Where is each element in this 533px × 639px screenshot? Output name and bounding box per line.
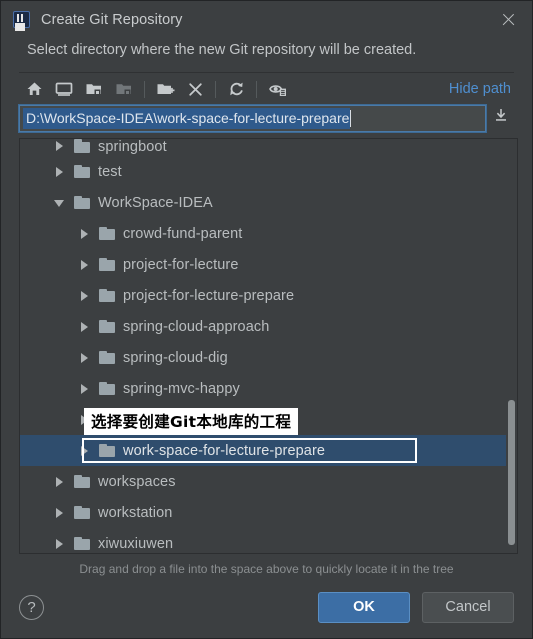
help-button[interactable]: ? — [19, 594, 44, 620]
tree-row-label: spring-cloud-approach — [123, 318, 270, 335]
folder-icon — [74, 536, 91, 551]
chevron-right-icon[interactable] — [78, 227, 91, 240]
tree-row[interactable]: crowd-fund-parent — [20, 218, 506, 249]
chevron-right-icon[interactable] — [53, 165, 66, 178]
tree-row[interactable]: springboot — [20, 139, 506, 156]
tree-row-label: WorkSpace-IDEA — [98, 194, 213, 211]
folder-icon — [99, 319, 116, 334]
toolbar-container: Hide path — [1, 72, 532, 104]
tree-row[interactable]: spring-cloud-dig — [20, 342, 506, 373]
tree-row[interactable]: project-for-lecture-prepare — [20, 280, 506, 311]
toolbar-separator — [256, 80, 257, 98]
scrollbar-thumb[interactable] — [508, 400, 515, 545]
home-icon[interactable] — [19, 76, 49, 102]
toolbar-separator — [144, 80, 145, 98]
tree-row[interactable]: spring-mvc-happy — [20, 373, 506, 404]
tree-row[interactable]: workspaces — [20, 466, 506, 497]
tree-row-label: project-for-lecture-prepare — [123, 287, 295, 304]
tree-row-label: workspaces — [98, 473, 176, 490]
create-git-repository-dialog: Create Git Repository Select directory w… — [0, 0, 533, 639]
folder-icon — [99, 288, 116, 303]
chevron-right-icon[interactable] — [78, 382, 91, 395]
path-input[interactable]: D:\WorkSpace-IDEA\work-space-for-lecture… — [18, 104, 487, 133]
path-row: D:\WorkSpace-IDEA\work-space-for-lecture… — [1, 104, 532, 133]
tree-row-label: xiwuxiuwen — [98, 535, 174, 552]
tree-row-selected[interactable]: work-space-for-lecture-prepare — [20, 435, 506, 466]
path-input-value: D:\WorkSpace-IDEA\work-space-for-lecture… — [23, 108, 351, 129]
chevron-right-icon[interactable] — [53, 506, 66, 519]
dialog-subtitle: Select directory where the new Git repos… — [27, 42, 417, 58]
folder-icon — [74, 505, 91, 520]
tree-row[interactable]: project-for-lecture — [20, 249, 506, 280]
chevron-right-icon[interactable] — [78, 444, 91, 457]
directory-tree[interactable]: springboot test WorkSpace-IDEA crowd-fund-p… — [20, 139, 506, 553]
show-hidden-files-icon[interactable] — [262, 76, 292, 102]
download-icon[interactable] — [492, 106, 518, 132]
tree-row-label: crowd-fund-parent — [123, 225, 243, 242]
tree-row-label: workstation — [98, 504, 173, 521]
folder-icon — [99, 443, 116, 458]
chevron-right-icon[interactable] — [53, 537, 66, 550]
toolbar-separator — [215, 80, 216, 98]
tree-row-label: springboot — [98, 139, 167, 155]
directory-tree-panel: springboot test WorkSpace-IDEA crowd-fund-p… — [19, 138, 518, 554]
folder-icon — [74, 195, 91, 210]
delete-icon[interactable] — [180, 76, 210, 102]
new-folder-icon[interactable] — [150, 76, 180, 102]
chevron-right-icon[interactable] — [78, 289, 91, 302]
tree-row[interactable]: spring-cloud-approach — [20, 311, 506, 342]
tree-row-label: spring-mvc-happy — [123, 380, 240, 397]
folder-icon — [74, 139, 91, 153]
ok-button[interactable]: OK — [318, 591, 410, 623]
tree-row[interactable]: WorkSpace-IDEA — [20, 187, 506, 218]
dialog-footer: ? OK Cancel — [1, 576, 532, 638]
folder-icon — [99, 257, 116, 272]
chevron-right-icon[interactable] — [53, 139, 66, 152]
drag-drop-hint: Drag and drop a file into the space abov… — [79, 562, 454, 576]
desktop-icon[interactable] — [49, 76, 79, 102]
tree-row-label: spring-cloud-dig — [123, 349, 228, 366]
intellij-idea-icon — [13, 11, 30, 28]
cancel-button[interactable]: Cancel — [422, 591, 514, 623]
file-chooser-toolbar: Hide path — [19, 72, 514, 104]
annotation-text: 选择要创建Git本地库的工程 — [84, 408, 299, 435]
tree-row[interactable]: workstation — [20, 497, 506, 528]
folder-icon — [99, 226, 116, 241]
folder-icon — [74, 164, 91, 179]
chevron-down-icon[interactable] — [53, 196, 66, 209]
chevron-right-icon[interactable] — [78, 351, 91, 364]
tree-row-label: work-space-for-lecture-prepare — [123, 442, 326, 459]
tree-row[interactable]: test — [20, 156, 506, 187]
tree-row-label: test — [98, 163, 122, 180]
close-icon[interactable] — [496, 7, 522, 33]
dialog-titlebar: Create Git Repository — [1, 1, 532, 38]
module-folder-icon — [109, 76, 139, 102]
tree-row-label: project-for-lecture — [123, 256, 239, 273]
tree-scrollbar[interactable] — [506, 139, 517, 553]
chevron-right-icon[interactable] — [78, 320, 91, 333]
dialog-title: Create Git Repository — [41, 11, 183, 28]
folder-icon — [99, 381, 116, 396]
chevron-right-icon[interactable] — [53, 475, 66, 488]
folder-icon — [99, 350, 116, 365]
text-caret — [350, 110, 352, 127]
hide-path-link[interactable]: Hide path — [449, 81, 514, 97]
project-folder-icon[interactable] — [79, 76, 109, 102]
chevron-right-icon[interactable] — [78, 258, 91, 271]
folder-icon — [74, 474, 91, 489]
tree-row[interactable]: xiwuxiuwen — [20, 528, 506, 553]
refresh-icon[interactable] — [221, 76, 251, 102]
